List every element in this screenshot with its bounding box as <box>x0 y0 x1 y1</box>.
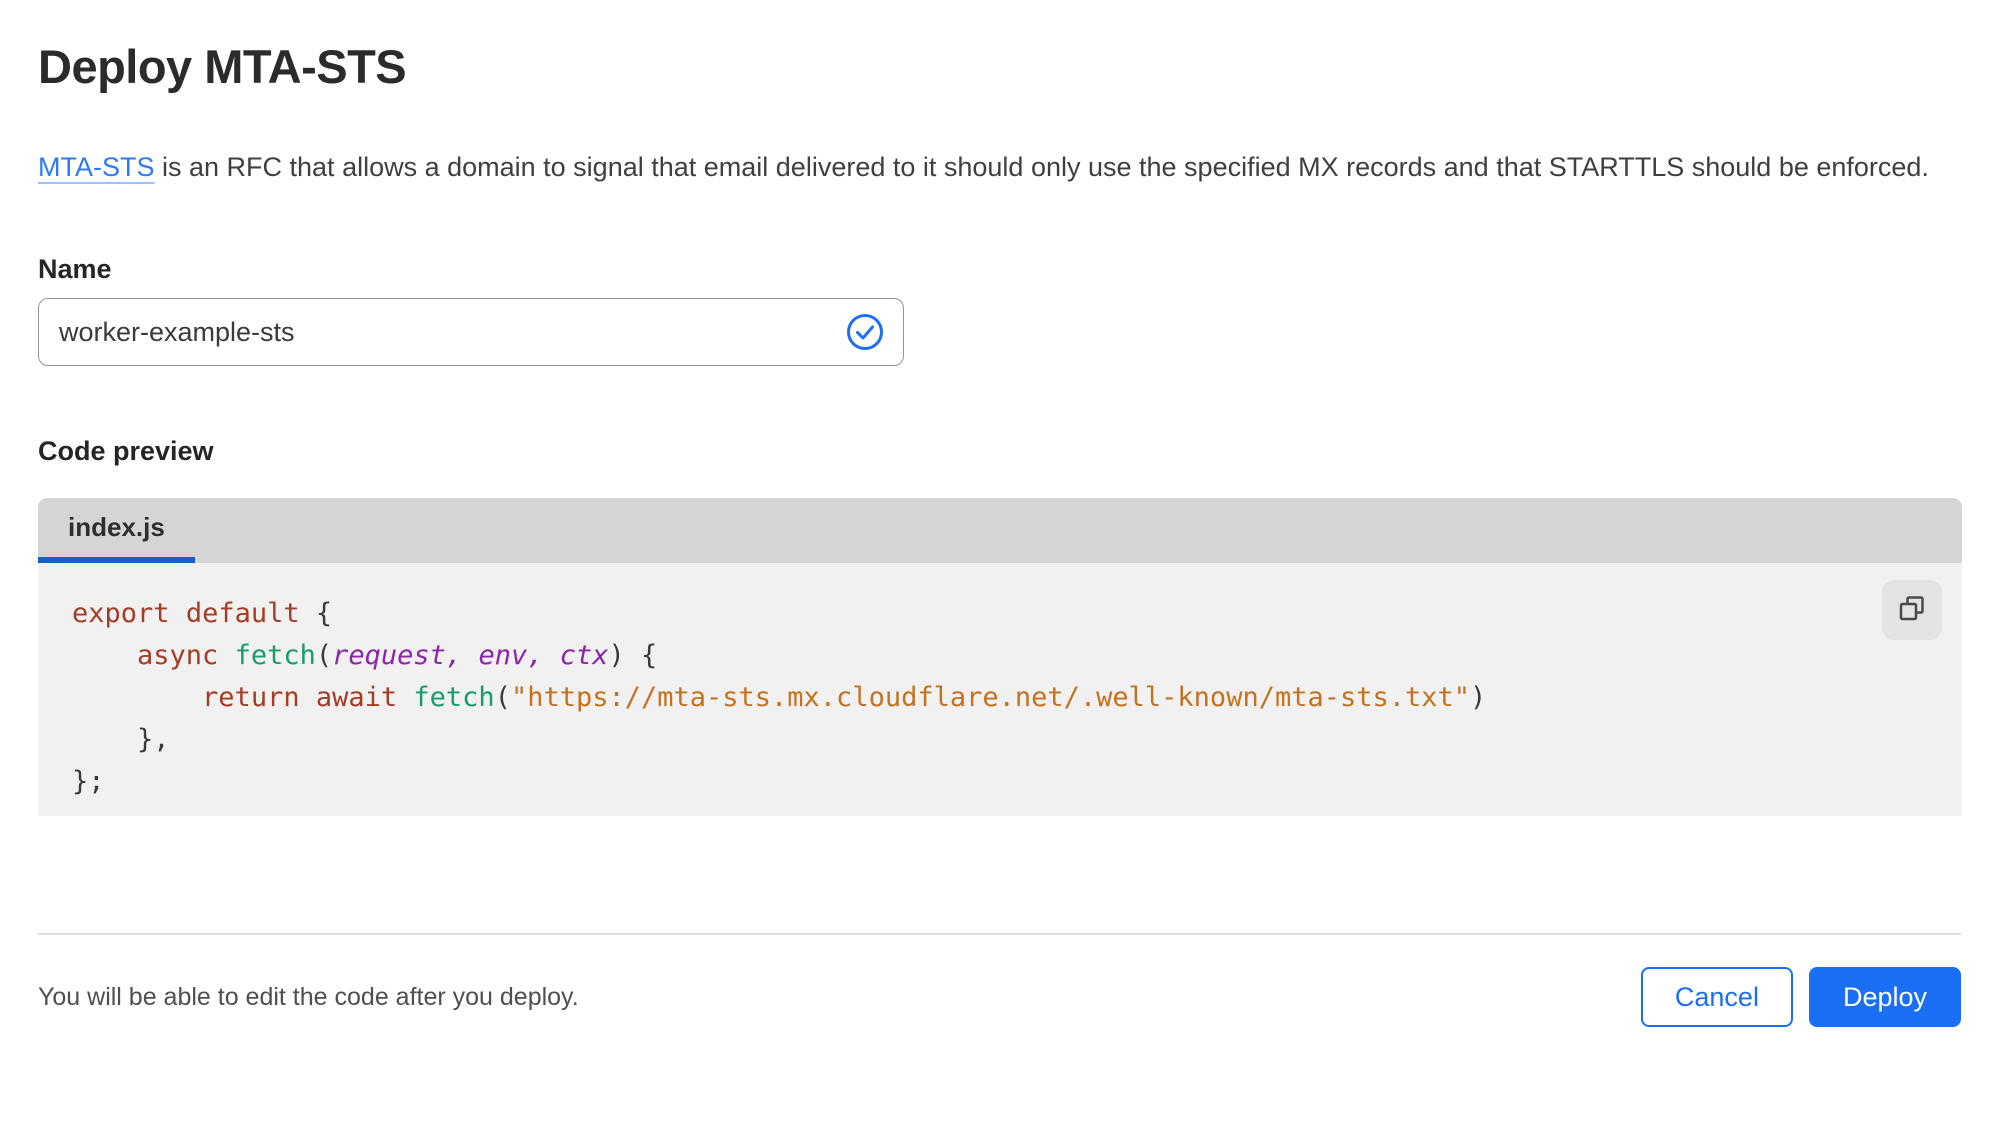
copy-code-button[interactable] <box>1882 580 1942 640</box>
mta-sts-link[interactable]: MTA-STS <box>38 152 155 182</box>
page-title: Deploy MTA-STS <box>38 40 407 93</box>
name-field-label: Name <box>38 254 112 284</box>
description-body: is an RFC that allows a domain to signal… <box>154 152 1929 182</box>
name-input-container <box>38 298 904 366</box>
code-line: async fetch(request, env, ctx) { <box>137 640 658 671</box>
description-text: MTA-STS is an RFC that allows a domain t… <box>38 144 1948 190</box>
code-block: export default { async fetch(request, en… <box>72 593 1928 803</box>
code-preview-panel: index.js export default { async fetch(re… <box>38 498 1962 816</box>
code-line: }; <box>72 766 105 797</box>
code-preview-label: Code preview <box>38 436 214 466</box>
tab-index-js[interactable]: index.js <box>38 498 195 563</box>
copy-icon <box>1897 594 1927 627</box>
footer-actions: Cancel Deploy <box>1640 967 1961 1027</box>
code-line: }, <box>72 724 170 755</box>
footer-note: You will be able to edit the code after … <box>38 982 579 1011</box>
check-circle-icon <box>845 312 885 352</box>
footer-divider <box>38 933 1961 935</box>
cancel-button[interactable]: Cancel <box>1640 967 1793 1027</box>
deploy-mta-sts-page: Deploy MTA-STS MTA-STS is an RFC that al… <box>0 36 1999 1138</box>
code-editor-body: export default { async fetch(request, en… <box>38 563 1962 816</box>
code-line: return await fetch("https://mta-sts.mx.c… <box>202 682 1487 713</box>
code-tab-bar: index.js <box>38 498 1962 563</box>
code-line: export default { <box>72 598 333 629</box>
footer: You will be able to edit the code after … <box>38 967 1961 1027</box>
deploy-button[interactable]: Deploy <box>1808 967 1961 1027</box>
name-input[interactable] <box>59 316 845 348</box>
